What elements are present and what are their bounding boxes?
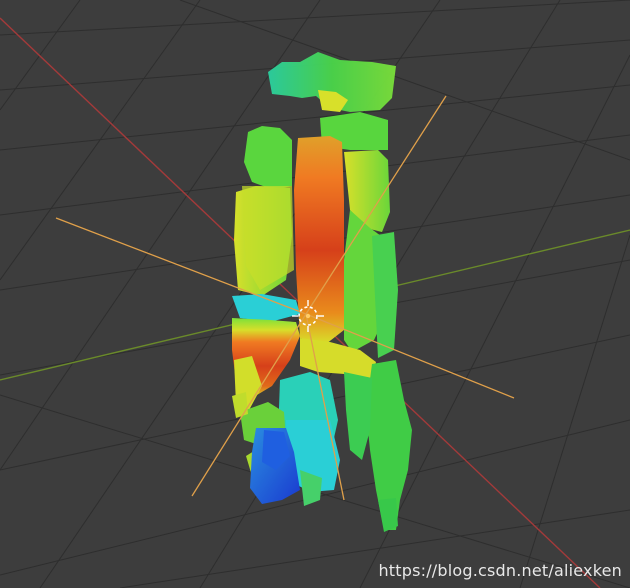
3d-viewport[interactable] (0, 0, 630, 588)
colored-point-cloud[interactable] (232, 52, 412, 532)
watermark-text: https://blog.csdn.net/aliexken (378, 561, 622, 580)
